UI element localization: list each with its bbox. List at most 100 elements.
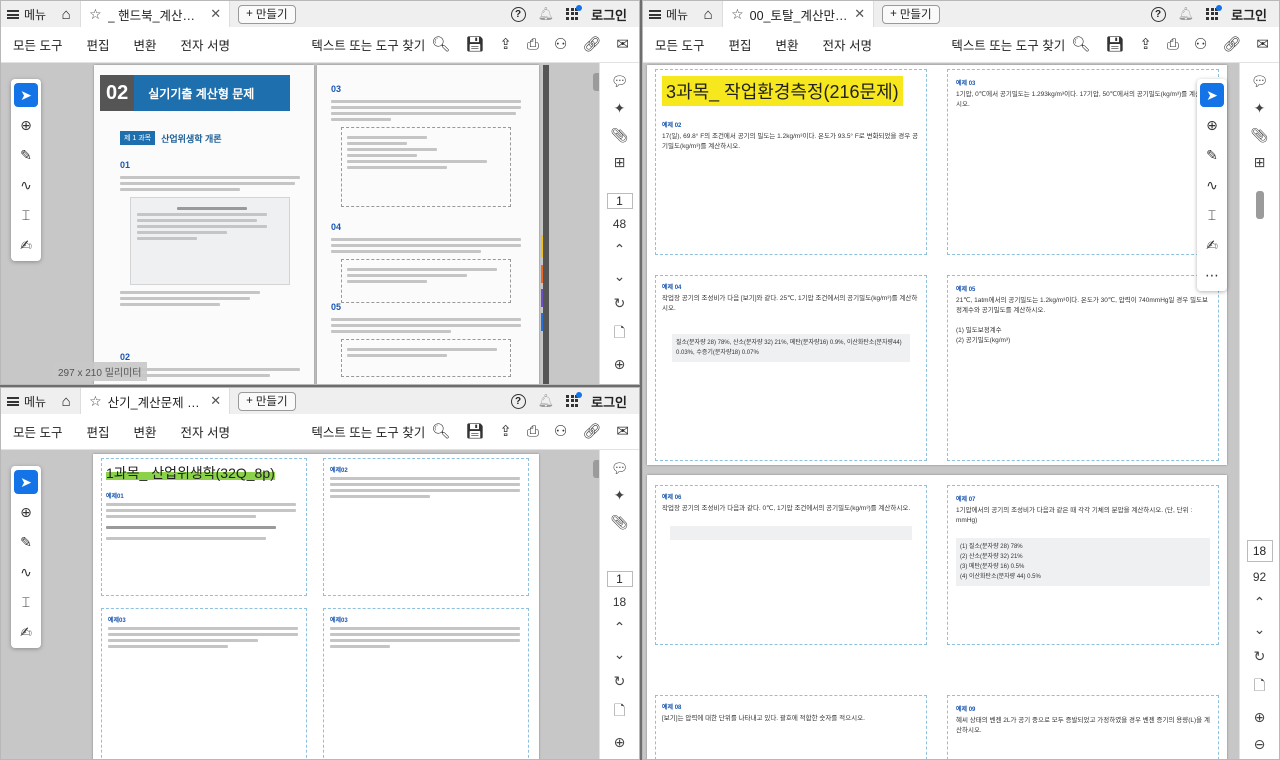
sign-icon[interactable]: ✍ — [1200, 233, 1224, 257]
comment-icon[interactable]: 💬︎ — [611, 73, 629, 90]
select-arrow-icon[interactable]: ➤ — [14, 83, 38, 107]
add-comment-icon[interactable]: ⊕ — [1200, 113, 1224, 137]
draw-freehand-icon[interactable]: ∿ — [14, 560, 38, 584]
text-select-icon[interactable]: ⌶ — [14, 590, 38, 614]
new-tab-button[interactable]: + 만들기 — [882, 4, 940, 24]
apps-grid-icon[interactable] — [566, 391, 583, 408]
home-icon[interactable]: ⌂ — [52, 393, 80, 410]
sign-icon[interactable]: ✍ — [14, 620, 38, 644]
mail-icon[interactable]: ✉ — [616, 424, 629, 439]
star-icon[interactable]: ☆ — [89, 6, 102, 23]
add-comment-icon[interactable]: ⊕ — [14, 113, 38, 137]
cmd-edit[interactable]: 편집 — [716, 35, 763, 54]
window-divider-vertical[interactable] — [640, 0, 642, 760]
cmd-convert[interactable]: 변환 — [764, 35, 811, 54]
link-icon[interactable]: 🔗︎ — [582, 37, 601, 52]
close-icon[interactable]: ✕ — [210, 393, 221, 409]
page-icon[interactable]: 🗋︎ — [1254, 675, 1265, 699]
share-user-icon[interactable]: ⚇ — [554, 37, 567, 52]
print-icon[interactable]: ⎙ — [527, 37, 539, 52]
find-tools[interactable]: 텍스트 또는 도구 찾기 🔍︎ — [951, 35, 1090, 54]
close-icon[interactable]: ✕ — [210, 6, 221, 22]
close-icon[interactable]: ✕ — [854, 6, 865, 22]
comment-icon[interactable]: 💬︎ — [1251, 73, 1269, 90]
select-arrow-icon[interactable]: ➤ — [1200, 83, 1224, 107]
home-icon[interactable]: ⌂ — [694, 6, 722, 23]
text-select-icon[interactable]: ⌶ — [1200, 203, 1224, 227]
upload-icon[interactable]: ⇪ — [499, 424, 512, 439]
login-button[interactable]: 로그인 — [591, 5, 627, 24]
help-icon[interactable]: ? — [510, 393, 526, 409]
mail-icon[interactable]: ✉ — [616, 37, 629, 52]
share-user-icon[interactable]: ⚇ — [1194, 37, 1207, 52]
page-icon[interactable]: 🗋︎ — [614, 322, 625, 346]
highlight-pen-icon[interactable]: ✎ — [1200, 143, 1224, 167]
more-options-icon[interactable]: ⋯ — [1200, 263, 1224, 287]
bookmark-icon[interactable]: ⊞ — [614, 154, 626, 171]
bell-icon[interactable]: 🔔︎ — [1178, 6, 1195, 22]
text-select-icon[interactable]: ⌶ — [14, 203, 38, 227]
cmd-all-tools[interactable]: 모든 도구 — [1, 422, 74, 441]
refresh-icon[interactable]: ↻ — [614, 295, 626, 312]
upload-icon[interactable]: ⇪ — [499, 37, 512, 52]
save-icon[interactable]: 💾︎ — [465, 424, 484, 439]
paperclip-icon[interactable]: 📎︎ — [1251, 127, 1269, 144]
page-number-input[interactable]: 1 — [606, 571, 633, 587]
document-canvas[interactable]: 3과목_ 작업환경측정(216문제) 예제 02 17(일), 69.8° F의… — [643, 63, 1239, 759]
draw-freehand-icon[interactable]: ∿ — [1200, 173, 1224, 197]
chat-ai-icon[interactable]: ✦ — [614, 100, 626, 117]
tab-document[interactable]: ☆ _ 핸드북_계산문제.pdf ✕ — [80, 1, 231, 27]
find-tools[interactable]: 텍스트 또는 도구 찾기 🔍︎ — [311, 422, 450, 441]
highlight-pen-icon[interactable]: ✎ — [14, 143, 38, 167]
document-canvas[interactable]: 02 실기기출 계산형 문제 제 1 과목 산업위생학 개론 01 02 03 … — [1, 63, 599, 384]
sign-icon[interactable]: ✍ — [14, 233, 38, 257]
apps-grid-icon[interactable] — [1206, 4, 1223, 21]
chevron-up-icon[interactable]: ⌃ — [614, 241, 626, 258]
paperclip-icon[interactable]: 📎︎ — [611, 514, 629, 531]
apps-grid-icon[interactable] — [566, 4, 583, 21]
cmd-e-sign[interactable]: 전자 서명 — [169, 35, 242, 54]
chevron-up-icon[interactable]: ⌃ — [1254, 594, 1266, 611]
bookmark-icon[interactable]: ⊞ — [1254, 154, 1266, 171]
cmd-e-sign[interactable]: 전자 서명 — [811, 35, 884, 54]
cmd-edit[interactable]: 편집 — [74, 35, 121, 54]
mail-icon[interactable]: ✉ — [1256, 37, 1269, 52]
menu-button[interactable]: 메뉴 — [1, 388, 52, 414]
help-icon[interactable]: ? — [510, 6, 526, 22]
cmd-e-sign[interactable]: 전자 서명 — [169, 422, 242, 441]
vertical-scrollbar[interactable] — [1255, 191, 1264, 219]
comment-icon[interactable]: 💬︎ — [611, 460, 629, 477]
find-tools[interactable]: 텍스트 또는 도구 찾기 🔍︎ — [311, 35, 450, 54]
bell-icon[interactable]: 🔔︎ — [538, 393, 555, 409]
zoom-in-icon[interactable]: ⊕ — [614, 356, 626, 373]
highlight-pen-icon[interactable]: ✎ — [14, 530, 38, 554]
tab-document[interactable]: ☆ 00_토탈_계산만_문제... ✕ — [722, 1, 875, 27]
new-tab-button[interactable]: + 만들기 — [238, 4, 296, 24]
cmd-edit[interactable]: 편집 — [74, 422, 121, 441]
star-icon[interactable]: ☆ — [731, 6, 744, 23]
page-number-input[interactable]: 1 — [606, 193, 633, 209]
upload-icon[interactable]: ⇪ — [1139, 37, 1152, 52]
link-icon[interactable]: 🔗︎ — [1222, 37, 1241, 52]
window-divider-horizontal[interactable] — [0, 385, 640, 387]
add-comment-icon[interactable]: ⊕ — [14, 500, 38, 524]
chevron-up-icon[interactable]: ⌃ — [614, 619, 626, 636]
zoom-in-icon[interactable]: ⊕ — [1254, 709, 1266, 726]
help-icon[interactable]: ? — [1150, 6, 1166, 22]
menu-button[interactable]: 메뉴 — [1, 1, 52, 27]
share-user-icon[interactable]: ⚇ — [554, 424, 567, 439]
link-icon[interactable]: 🔗︎ — [582, 424, 601, 439]
menu-button[interactable]: 메뉴 — [643, 1, 694, 27]
chevron-down-icon[interactable]: ⌄ — [614, 646, 626, 663]
zoom-out-icon[interactable]: ⊖ — [1254, 736, 1266, 753]
page-number-input[interactable]: 18 — [1246, 540, 1273, 562]
new-tab-button[interactable]: + 만들기 — [238, 391, 296, 411]
document-canvas[interactable]: 1과목_ 산업위생학(32Q_8p) 예제01 예제02 예제03 예제03 ➤… — [1, 450, 599, 759]
cmd-all-tools[interactable]: 모든 도구 — [1, 35, 74, 54]
cmd-convert[interactable]: 변환 — [122, 422, 169, 441]
paperclip-icon[interactable]: 📎︎ — [611, 127, 629, 144]
save-icon[interactable]: 💾︎ — [1105, 37, 1124, 52]
login-button[interactable]: 로그인 — [1231, 5, 1267, 24]
save-icon[interactable]: 💾︎ — [465, 37, 484, 52]
draw-freehand-icon[interactable]: ∿ — [14, 173, 38, 197]
